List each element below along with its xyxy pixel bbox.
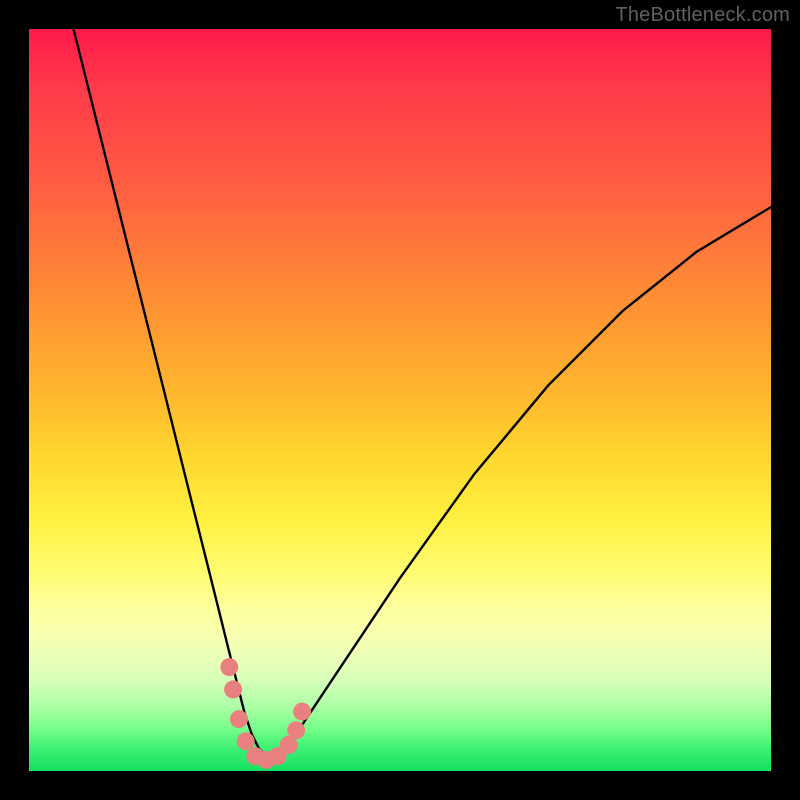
data-marker: [230, 710, 248, 728]
data-marker: [237, 732, 255, 750]
data-marker: [293, 703, 311, 721]
chart-svg: [29, 29, 771, 771]
watermark-text: TheBottleneck.com: [615, 4, 790, 27]
data-marker: [220, 658, 238, 676]
bottleneck-curve: [74, 29, 772, 756]
chart-frame: TheBottleneck.com: [0, 0, 800, 800]
data-marker: [287, 721, 305, 739]
data-marker: [224, 680, 242, 698]
marker-group: [220, 658, 311, 769]
